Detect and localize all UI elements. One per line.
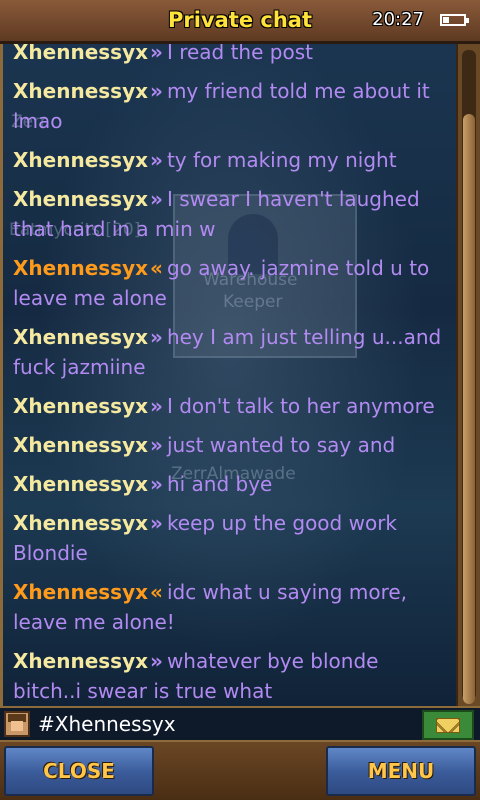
sender-name[interactable]: Xhennessyx [13, 580, 148, 604]
sender-name[interactable]: Xhennessyx [13, 148, 148, 172]
message-text: I read the post [166, 44, 313, 64]
chat-message: Xhennessyx» ty for making my night [3, 142, 456, 181]
incoming-arrow-icon: » [150, 187, 163, 211]
sender-name[interactable]: Xhennessyx [13, 433, 148, 457]
incoming-arrow-icon: » [150, 148, 163, 172]
clock: 20:27 [372, 9, 424, 30]
sender-name[interactable]: Xhennessyx [13, 472, 148, 496]
sender-name[interactable]: Xhennessyx [13, 256, 148, 280]
battery-icon [440, 14, 469, 26]
chat-message: Xhennessyx «go away. jazmine told u to le… [3, 250, 456, 319]
message-text: just wanted to say and [166, 433, 396, 457]
channel-field[interactable]: #Xhennessyx [38, 712, 176, 736]
chat-message: Xhennessyx» I swear I haven't laughed tha… [3, 181, 456, 250]
sender-name[interactable]: Xhennessyx [13, 394, 148, 418]
chat-log[interactable]: Zerr Eatmycrits [20] Warehouse Keeper Ze… [0, 44, 456, 706]
avatar [4, 711, 30, 737]
chat-message: Xhennessyx» my friend told me about it lm… [3, 73, 456, 142]
message-text: hi and bye [166, 472, 273, 496]
chat-message: Xhennessyx» keep up the good work Blondie [3, 505, 456, 574]
chat-message: Xhennessyx «idc what u saying more, leave… [3, 574, 456, 643]
sender-name[interactable]: Xhennessyx [13, 649, 148, 673]
menu-button[interactable]: MENU [326, 746, 476, 796]
incoming-arrow-icon: » [150, 394, 163, 418]
chat-message: Xhennessyx» hi and bye [3, 466, 456, 505]
incoming-arrow-icon: » [150, 433, 163, 457]
outgoing-arrow-icon: « [150, 580, 163, 604]
incoming-arrow-icon: » [150, 79, 163, 103]
chat-scrollbar[interactable] [456, 44, 480, 706]
chat-message: Xhennessyx» whatever bye blonde bitch..i … [3, 643, 456, 706]
chat-input-bar: #Xhennessyx [0, 706, 480, 742]
sender-name[interactable]: Xhennessyx [13, 187, 148, 211]
mail-button[interactable] [422, 710, 474, 740]
sender-name[interactable]: Xhennessyx [13, 325, 148, 349]
outgoing-arrow-icon: « [150, 256, 163, 280]
sender-name[interactable]: Xhennessyx [13, 79, 148, 103]
sender-name[interactable]: Xhennessyx [13, 44, 148, 64]
title-bar: Private chat 20:27 [0, 0, 480, 44]
message-text: I don't talk to her anymore [166, 394, 435, 418]
incoming-arrow-icon: » [150, 511, 163, 535]
incoming-arrow-icon: » [150, 649, 163, 673]
envelope-icon [436, 718, 460, 733]
chat-message: Xhennessyx» I read the post [3, 44, 456, 73]
message-text: ty for making my night [166, 148, 397, 172]
sender-name[interactable]: Xhennessyx [13, 511, 148, 535]
bottom-bar: CLOSE MENU [0, 742, 480, 800]
incoming-arrow-icon: » [150, 325, 163, 349]
chat-message: Xhennessyx» hey I am just telling u...and… [3, 319, 456, 388]
chat-message: Xhennessyx» I don't talk to her anymore [3, 388, 456, 427]
close-button[interactable]: CLOSE [4, 746, 154, 796]
incoming-arrow-icon: » [150, 472, 163, 496]
scrollbar-thumb[interactable] [463, 114, 475, 704]
message-list: Xhennessyx» I read the post Xhennessyx» my … [3, 44, 456, 706]
chat-message: Xhennessyx» just wanted to say and [3, 427, 456, 466]
incoming-arrow-icon: » [150, 44, 163, 64]
